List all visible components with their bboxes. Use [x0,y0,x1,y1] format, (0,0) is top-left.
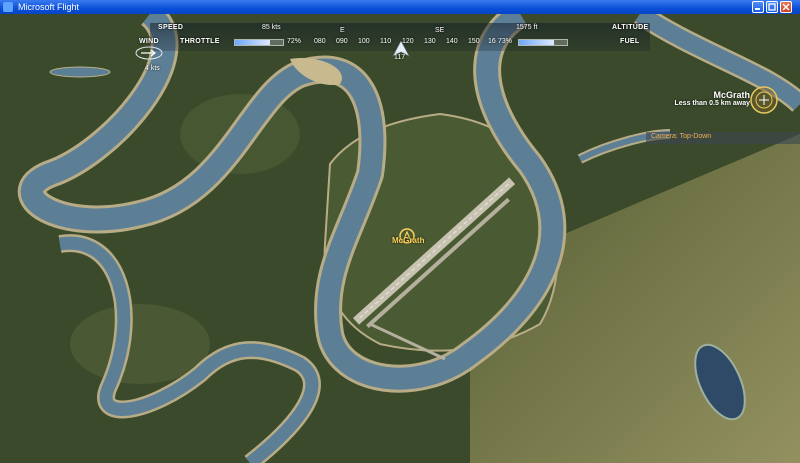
speed-label: SPEED [158,24,184,31]
fuel-fill [519,40,555,45]
heading-tick: 100 [358,38,370,45]
wind-value: 4 kts [145,65,160,72]
heading-tick: 150 [468,38,480,45]
destination-name: McGrath [713,90,750,100]
heading-tick: 110 [380,38,392,45]
airport-label[interactable]: McGrath [392,236,424,245]
minimize-icon [755,8,760,10]
heading-tick: 130 [424,38,436,45]
flight-window: Microsoft Flight McGrath SPEED 85 kts AL… [0,0,800,463]
close-button[interactable] [780,1,792,13]
heading-tick: 090 [336,38,348,45]
throttle-gauge [234,39,284,46]
fuel-value: 73% [498,38,513,45]
close-icon [782,3,790,11]
app-icon [3,2,13,12]
altitude-label: ALTITUDE [612,24,649,31]
camera-mode-bar: Camera: Top-Down [646,132,800,144]
fuel-label: FUEL [620,38,640,45]
minimize-button[interactable] [752,1,764,13]
throttle-value: 72% [287,38,302,45]
heading-value: 117 [394,54,406,61]
compass-mark-e: E [340,27,345,34]
heading-tick: 16 [488,38,496,45]
heading-tick: 080 [314,38,326,45]
altitude-value: 1575 ft [516,24,538,31]
throttle-fill [235,40,270,45]
destination-info: McGrath Less than 0.5 km away [675,90,750,107]
fuel-gauge [518,39,568,46]
flight-hud: SPEED 85 kts ALTITUDE 1575 ft THROTTLE 7… [0,14,800,74]
wind-arrow-icon [135,46,163,60]
speed-value: 85 kts [262,24,281,31]
compass-mark-se: SE [435,27,445,34]
window-title: Microsoft Flight [18,2,80,12]
destination-distance: Less than 0.5 km away [674,100,750,107]
wind-label: WIND [139,38,159,45]
maximize-icon [768,3,776,11]
camera-mode: Camera: Top-Down [651,133,712,140]
heading-tick: 140 [446,38,458,45]
maximize-button[interactable] [766,1,778,13]
destination-marker-icon[interactable] [750,86,778,114]
title-bar[interactable]: Microsoft Flight [0,0,800,14]
throttle-label: THROTTLE [180,38,220,45]
